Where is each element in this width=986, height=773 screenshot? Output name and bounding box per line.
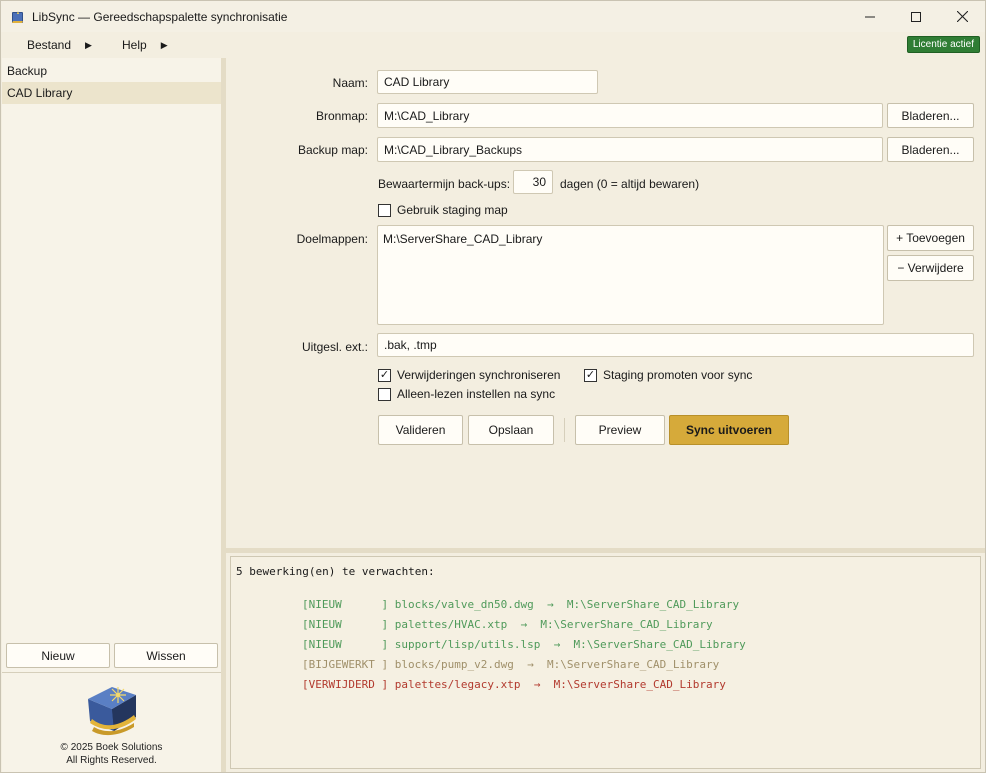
log-pane: 5 bewerking(en) te verwachten: [NIEUW ] … xyxy=(226,553,985,772)
close-icon xyxy=(956,11,968,22)
source-browse-button[interactable]: Bladeren... xyxy=(887,103,974,128)
backup-folder-input[interactable]: M:\CAD_Library_Backups xyxy=(377,137,883,162)
app-window: LibSync — Gereedschapspalette synchronis… xyxy=(0,0,986,773)
backup-browse-button[interactable]: Bladeren... xyxy=(887,137,974,162)
backup-label: Backup map: xyxy=(297,143,368,157)
promote-staging-row[interactable]: ✓ Staging promoten voor sync xyxy=(584,368,752,382)
app-logo-icon xyxy=(12,10,23,23)
sync-run-button[interactable]: Sync uitvoeren xyxy=(669,415,789,445)
targets-label: Doelmappen: xyxy=(296,232,368,246)
promote-staging-label: Staging promoten voor sync xyxy=(603,368,753,382)
copyright-line-1: © 2025 Boek Solutions xyxy=(60,742,163,753)
clear-button[interactable]: Wissen xyxy=(114,643,218,668)
sync-deletes-row[interactable]: ✓ Verwijderingen synchroniseren xyxy=(378,368,560,382)
license-status-badge: Licentie actief xyxy=(906,36,980,53)
staging-checkbox-row[interactable]: Gebruik staging map xyxy=(378,203,508,217)
log-target: M:\ServerShare_CAD_Library xyxy=(553,678,726,691)
minimize-button[interactable] xyxy=(847,1,893,32)
sidebar-divider xyxy=(2,672,221,673)
maximize-button[interactable] xyxy=(893,1,939,32)
menu-bar: Bestand ▶ Help ▶ Licentie actief xyxy=(1,32,985,58)
readonly-checkbox[interactable] xyxy=(378,387,391,401)
retention-days-input[interactable]: 30 xyxy=(513,170,553,194)
minimize-icon xyxy=(865,16,875,17)
arrow-right-icon: → xyxy=(533,678,541,691)
log-path: palettes/legacy.xtp xyxy=(394,678,521,691)
save-button[interactable]: Opslaan xyxy=(468,415,554,445)
name-input[interactable]: CAD Library xyxy=(377,70,598,94)
chevron-right-icon: ▶ xyxy=(85,39,92,50)
list-item[interactable]: M:\ServerShare_CAD_Library xyxy=(378,226,883,246)
retention-suffix: dagen (0 = altijd bewaren) xyxy=(560,177,700,191)
menu-bestand[interactable]: Bestand ▶ xyxy=(27,32,92,58)
excluded-ext-input[interactable]: .bak, .tmp xyxy=(377,333,974,357)
source-folder-input[interactable]: M:\CAD_Library xyxy=(377,103,883,128)
target-folders-list[interactable]: M:\ServerShare_CAD_Library xyxy=(377,225,884,325)
promote-staging-checkbox[interactable]: ✓ xyxy=(584,368,597,382)
log-op-tag: [VERWIJDERD ] xyxy=(301,678,389,691)
log-header: 5 bewerking(en) te verwachten: xyxy=(236,565,435,578)
sidebar-item-cad-library[interactable]: CAD Library xyxy=(2,82,221,104)
menu-help[interactable]: Help ▶ xyxy=(122,32,168,58)
title-bar: LibSync — Gereedschapspalette synchronis… xyxy=(1,1,985,32)
staging-checkbox[interactable] xyxy=(378,203,391,217)
readonly-row[interactable]: Alleen-lezen instellen na sync xyxy=(378,387,555,401)
boek-solutions-logo-icon xyxy=(88,687,136,736)
sidebar: Backup CAD Library Nieuw Wissen © 2025 B… xyxy=(2,58,221,772)
sync-deletes-checkbox[interactable]: ✓ xyxy=(378,368,391,382)
add-target-button[interactable]: + Toevoegen xyxy=(887,225,974,251)
menu-help-label: Help xyxy=(122,38,147,52)
copyright-text: © 2025 Boek Solutions All Rights Reserve… xyxy=(2,741,221,767)
maximize-icon xyxy=(911,11,921,22)
preview-log[interactable]: 5 bewerking(en) te verwachten: [NIEUW ] … xyxy=(230,556,981,769)
sidebar-item-backup[interactable]: Backup xyxy=(2,60,221,82)
sync-deletes-label: Verwijderingen synchroniseren xyxy=(397,368,561,382)
staging-checkbox-label: Gebruik staging map xyxy=(397,203,508,217)
chevron-right-icon: ▶ xyxy=(160,39,168,50)
new-button[interactable]: Nieuw xyxy=(6,643,110,668)
window-title: LibSync — Gereedschapspalette synchronis… xyxy=(32,9,288,24)
source-label: Bronmap: xyxy=(315,109,368,123)
preview-button[interactable]: Preview xyxy=(575,415,665,445)
name-label: Naam: xyxy=(332,76,368,90)
excluded-ext-label: Uitgesl. ext.: xyxy=(301,340,368,354)
close-button[interactable] xyxy=(939,1,985,32)
copyright-line-2: All Rights Reserved. xyxy=(66,755,157,766)
settings-form: Naam: CAD Library Bronmap: M:\CAD_Librar… xyxy=(226,58,985,548)
retention-label: Bewaartermijn back-ups: xyxy=(378,177,511,191)
remove-target-button[interactable]: − Verwijdere xyxy=(887,255,974,281)
log-line: [VERWIJDERD ] palettes/legacy.xtp → M:\S… xyxy=(249,665,726,704)
validate-button[interactable]: Valideren xyxy=(378,415,463,445)
button-separator xyxy=(564,418,565,442)
readonly-label: Alleen-lezen instellen na sync xyxy=(397,387,556,401)
menu-bestand-label: Bestand xyxy=(27,38,72,52)
